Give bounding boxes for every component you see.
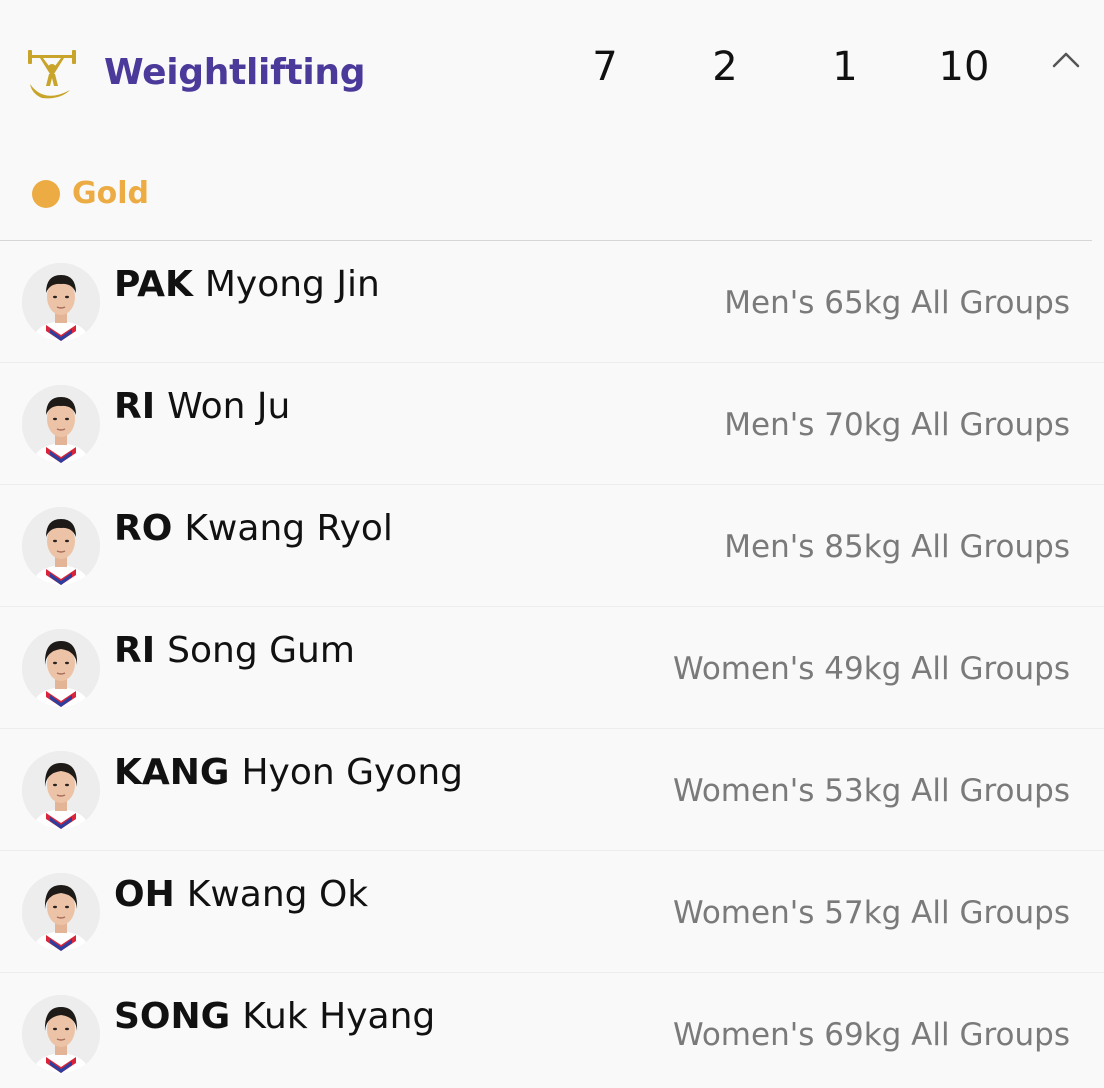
athlete-name: RI Won Ju xyxy=(114,385,290,429)
medal-table-page: Weightlifting 7 2 1 10 Gold PAK Myong Ji… xyxy=(0,0,1104,1088)
female-athlete-avatar xyxy=(22,873,100,951)
athlete-surname: RI xyxy=(114,386,156,427)
athlete-name: PAK Myong Jin xyxy=(114,263,380,307)
athlete-event: Men's 70kg All Groups xyxy=(724,407,1070,443)
gold-medal-dot-icon xyxy=(32,180,60,208)
athlete-event: Men's 85kg All Groups xyxy=(724,529,1070,565)
athlete-name: OH Kwang Ok xyxy=(114,873,368,917)
athlete-row-7[interactable]: SONG Kuk Hyang Women's 69kg All Groups xyxy=(0,973,1104,1088)
athlete-event: Women's 53kg All Groups xyxy=(673,773,1070,809)
athlete-row-5[interactable]: KANG Hyon Gyong Women's 53kg All Groups xyxy=(0,729,1104,851)
athlete-row-3[interactable]: RO Kwang Ryol Men's 85kg All Groups xyxy=(0,485,1104,607)
athlete-name: SONG Kuk Hyang xyxy=(114,995,435,1039)
silver-count: 2 xyxy=(712,44,738,90)
athlete-given-name: Myong Jin xyxy=(204,264,380,305)
athlete-row-2[interactable]: RI Won Ju Men's 70kg All Groups xyxy=(0,363,1104,485)
female-athlete-avatar xyxy=(22,995,100,1073)
athlete-event: Women's 69kg All Groups xyxy=(673,1017,1070,1053)
athlete-surname: KANG xyxy=(114,752,230,793)
athlete-list: PAK Myong Jin Men's 65kg All Groups RI W… xyxy=(0,241,1104,1088)
sport-header[interactable]: Weightlifting 7 2 1 10 xyxy=(0,0,1104,140)
athlete-given-name: Kwang Ryol xyxy=(184,508,393,549)
athlete-given-name: Won Ju xyxy=(167,386,291,427)
athlete-surname: SONG xyxy=(114,996,231,1037)
total-count: 10 xyxy=(938,44,990,90)
athlete-surname: OH xyxy=(114,874,175,915)
athlete-given-name: Hyon Gyong xyxy=(241,752,463,793)
bronze-count: 1 xyxy=(832,44,858,90)
athlete-row-6[interactable]: OH Kwang Ok Women's 57kg All Groups xyxy=(0,851,1104,973)
male-athlete-avatar xyxy=(22,263,100,341)
athlete-given-name: Kuk Hyang xyxy=(242,996,436,1037)
sport-title: Weightlifting xyxy=(104,52,366,93)
athlete-surname: RO xyxy=(114,508,173,549)
female-athlete-avatar xyxy=(22,629,100,707)
athlete-name: KANG Hyon Gyong xyxy=(114,751,463,795)
athlete-name: RI Song Gum xyxy=(114,629,355,673)
male-athlete-avatar xyxy=(22,507,100,585)
athlete-given-name: Kwang Ok xyxy=(186,874,369,915)
athlete-row-1[interactable]: PAK Myong Jin Men's 65kg All Groups xyxy=(0,241,1104,363)
athlete-row-4[interactable]: RI Song Gum Women's 49kg All Groups xyxy=(0,607,1104,729)
athlete-event: Women's 57kg All Groups xyxy=(673,895,1070,931)
medal-section-label: Gold xyxy=(72,176,149,211)
male-athlete-avatar xyxy=(22,385,100,463)
athlete-event: Women's 49kg All Groups xyxy=(673,651,1070,687)
athlete-surname: RI xyxy=(114,630,156,671)
gold-count: 7 xyxy=(592,44,618,90)
athlete-name: RO Kwang Ryol xyxy=(114,507,393,551)
collapse-button[interactable] xyxy=(1048,44,1084,76)
athlete-event: Men's 65kg All Groups xyxy=(724,285,1070,321)
weightlifting-icon xyxy=(26,44,78,104)
athlete-given-name: Song Gum xyxy=(167,630,355,671)
female-athlete-avatar xyxy=(22,751,100,829)
chevron-up-icon xyxy=(1052,52,1080,68)
athlete-surname: PAK xyxy=(114,264,193,305)
